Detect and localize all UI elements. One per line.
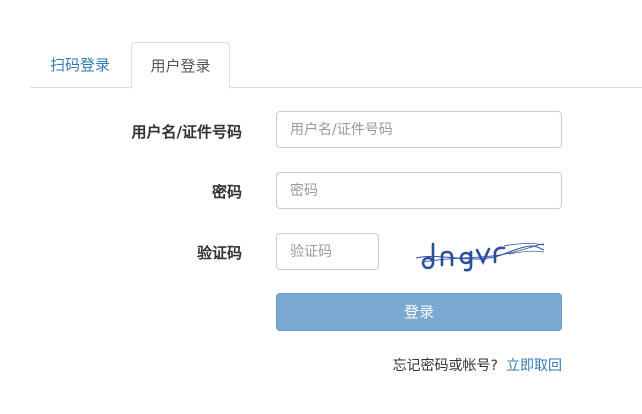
captcha-label: 验证码 <box>196 244 242 262</box>
login-tabs: 扫码登录 用户登录 <box>30 42 642 89</box>
forgot-row: 忘记密码或帐号? 立即取回 <box>393 355 562 375</box>
username-input[interactable] <box>276 111 562 148</box>
password-input[interactable] <box>276 172 562 209</box>
recover-link[interactable]: 立即取回 <box>506 358 562 374</box>
tab-user-login[interactable]: 用户登录 <box>131 42 230 89</box>
forgot-text: 忘记密码或帐号? <box>392 358 498 374</box>
captcha-input[interactable] <box>276 233 379 270</box>
tab-qr-login[interactable]: 扫码登录 <box>30 42 130 88</box>
captcha-image[interactable] <box>414 232 546 274</box>
password-label: 密码 <box>211 183 242 201</box>
username-label: 用户名/证件号码 <box>131 123 242 141</box>
login-button[interactable]: 登录 <box>276 293 562 331</box>
